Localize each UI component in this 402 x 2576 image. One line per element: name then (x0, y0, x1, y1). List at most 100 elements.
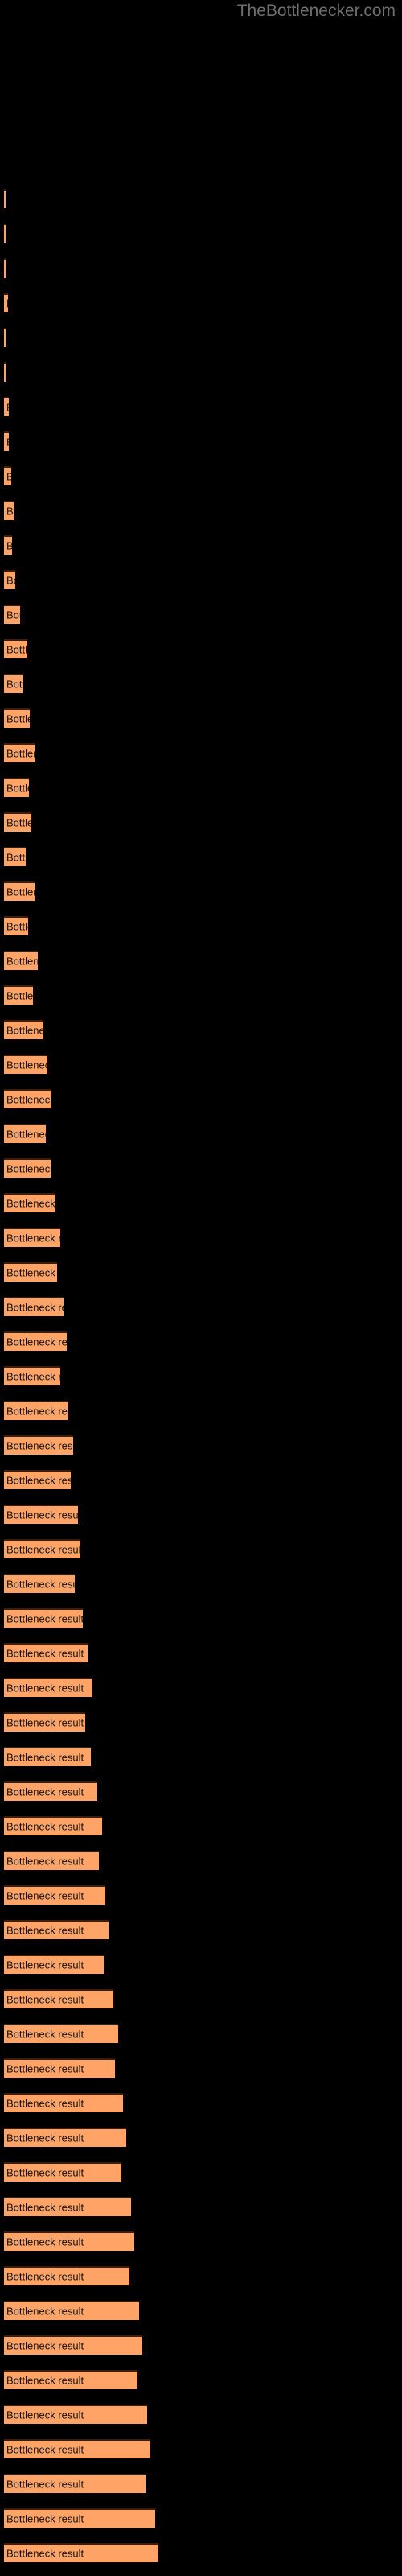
bar-38[interactable]: Bottleneck result (4, 1470, 71, 1489)
bar-label: Bottleneck result (6, 2201, 84, 2214)
bar-row: Bottleneck result (4, 1020, 43, 1039)
bar-31[interactable]: Bottleneck result (4, 1228, 60, 1247)
bar-row: Bottleneck result (4, 501, 14, 520)
bar-50[interactable]: Bottleneck result (4, 1885, 105, 1905)
bar-14[interactable]: Bottleneck result (4, 639, 27, 658)
bar-36[interactable]: Bottleneck result (4, 1401, 68, 1420)
bar-27[interactable]: Bottleneck result (4, 1089, 51, 1108)
bar-7[interactable]: Bottleneck result (4, 397, 9, 416)
bar-37[interactable]: Bottleneck result (4, 1435, 73, 1455)
bar-row: Bottleneck result (4, 812, 31, 832)
bar-33[interactable]: Bottleneck result (4, 1297, 64, 1316)
bar-52[interactable]: Bottleneck result (4, 1955, 104, 1974)
bar-44[interactable]: Bottleneck result (4, 1678, 92, 1697)
bar-label: Bottleneck result (6, 2443, 84, 2456)
bar-row: Bottleneck result (4, 1920, 109, 1939)
bar-label: Bottleneck result (6, 1024, 43, 1037)
bar-label: Bottleneck result (6, 920, 28, 933)
bar-51[interactable]: Bottleneck result (4, 1920, 109, 1939)
bar-17[interactable]: Bottleneck result (4, 743, 35, 762)
bar-1[interactable]: Bottleneck result (4, 189, 6, 208)
bar-68[interactable]: Bottleneck result (4, 2508, 155, 2528)
bar-28[interactable]: Bottleneck result (4, 1124, 46, 1143)
bar-60[interactable]: Bottleneck result (4, 2231, 134, 2251)
bar-row: Bottleneck result (4, 1885, 105, 1905)
bar-32[interactable]: Bottleneck result (4, 1262, 57, 1282)
bar-47[interactable]: Bottleneck result (4, 1781, 97, 1801)
bar-57[interactable]: Bottleneck result (4, 2128, 126, 2147)
bar-row: Bottleneck result (4, 2266, 129, 2285)
bar-row: Bottleneck result (4, 743, 35, 762)
bar-19[interactable]: Bottleneck result (4, 812, 31, 832)
bar-22[interactable]: Bottleneck result (4, 916, 28, 935)
bar-2[interactable]: Bottleneck result (4, 224, 6, 243)
bar-3[interactable]: Bottleneck result (4, 258, 6, 278)
bar-10[interactable]: Bottleneck result (4, 501, 14, 520)
bar-row: Bottleneck result (4, 1816, 102, 1835)
bar-62[interactable]: Bottleneck result (4, 2301, 139, 2320)
bar-row: Bottleneck result (4, 535, 12, 555)
bar-label: Bottleneck result (6, 2374, 84, 2387)
bar-16[interactable]: Bottleneck result (4, 708, 30, 728)
bar-30[interactable]: Bottleneck result (4, 1193, 55, 1212)
bar-39[interactable]: Bottleneck result (4, 1505, 78, 1524)
bar-48[interactable]: Bottleneck result (4, 1816, 102, 1835)
bar-58[interactable]: Bottleneck result (4, 2162, 121, 2182)
bar-row: Bottleneck result (4, 328, 6, 347)
bar-35[interactable]: Bottleneck result (4, 1366, 60, 1385)
bar-43[interactable]: Bottleneck result (4, 1643, 88, 1662)
bar-row: Bottleneck result (4, 1989, 113, 2008)
bar-61[interactable]: Bottleneck result (4, 2266, 129, 2285)
bar-69[interactable]: Bottleneck result (4, 2543, 158, 2562)
bar-row: Bottleneck result (4, 1089, 51, 1108)
bar-label: Bottleneck result (6, 2270, 84, 2283)
bar-20[interactable]: Bottleneck result (4, 847, 26, 866)
bar-label: Bottleneck result (6, 2062, 84, 2075)
bar-26[interactable]: Bottleneck result (4, 1055, 47, 1074)
bar-label: Bottleneck result (6, 1370, 60, 1383)
bar-65[interactable]: Bottleneck result (4, 2405, 147, 2424)
bar-56[interactable]: Bottleneck result (4, 2093, 123, 2112)
bar-24[interactable]: Bottleneck result (4, 985, 33, 1005)
bar-67[interactable]: Bottleneck result (4, 2474, 146, 2493)
bar-label: Bottleneck result (6, 955, 38, 968)
bar-49[interactable]: Bottleneck result (4, 1851, 99, 1870)
bar-41[interactable]: Bottleneck result (4, 1574, 75, 1593)
bar-25[interactable]: Bottleneck result (4, 1020, 43, 1039)
bar-63[interactable]: Bottleneck result (4, 2335, 142, 2355)
bar-row: Bottleneck result (4, 1747, 91, 1766)
bar-row: Bottleneck result (4, 916, 28, 935)
bar-42[interactable]: Bottleneck result (4, 1608, 83, 1628)
bar-29[interactable]: Bottleneck result (4, 1158, 51, 1178)
bar-5[interactable]: Bottleneck result (4, 328, 6, 347)
bar-40[interactable]: Bottleneck result (4, 1539, 80, 1558)
bar-54[interactable]: Bottleneck result (4, 2024, 118, 2043)
bar-label: Bottleneck result (6, 1197, 55, 1210)
bar-53[interactable]: Bottleneck result (4, 1989, 113, 2008)
bar-66[interactable]: Bottleneck result (4, 2439, 150, 2458)
bar-15[interactable]: Bottleneck result (4, 674, 23, 693)
bar-55[interactable]: Bottleneck result (4, 2058, 115, 2078)
bar-45[interactable]: Bottleneck result (4, 1712, 85, 1732)
bar-21[interactable]: Bottleneck result (4, 881, 35, 901)
bar-64[interactable]: Bottleneck result (4, 2370, 137, 2389)
bar-label: Bottleneck result (6, 1993, 84, 2006)
bar-4[interactable]: Bottleneck result (4, 293, 8, 312)
bar-46[interactable]: Bottleneck result (4, 1747, 91, 1766)
bar-11[interactable]: Bottleneck result (4, 535, 12, 555)
bar-row: Bottleneck result (4, 1435, 73, 1455)
bar-row: Bottleneck result (4, 1228, 60, 1247)
bar-23[interactable]: Bottleneck result (4, 951, 38, 970)
bar-34[interactable]: Bottleneck result (4, 1331, 67, 1351)
bar-8[interactable]: Bottleneck result (4, 431, 9, 451)
bar-row: Bottleneck result (4, 1262, 57, 1282)
bar-6[interactable]: Bottleneck result (4, 362, 6, 382)
bar-12[interactable]: Bottleneck result (4, 570, 15, 589)
bar-13[interactable]: Bottleneck result (4, 605, 20, 624)
bar-row: Bottleneck result (4, 2024, 118, 2043)
bar-59[interactable]: Bottleneck result (4, 2197, 131, 2216)
bar-18[interactable]: Bottleneck result (4, 778, 29, 797)
bar-9[interactable]: Bottleneck result (4, 466, 11, 485)
bar-label: Bottleneck result (6, 2339, 84, 2352)
bar-row: Bottleneck result (4, 362, 6, 382)
